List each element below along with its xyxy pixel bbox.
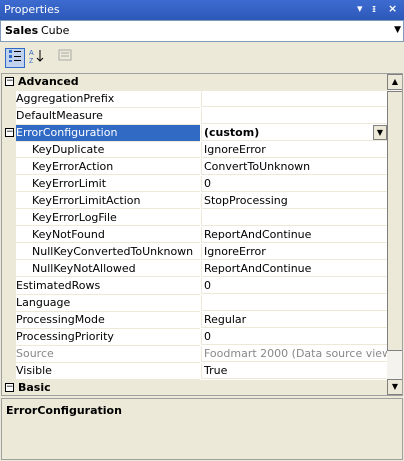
property-name: KeyErrorLogFile: [16, 210, 200, 226]
property-name: Source: [16, 346, 200, 363]
property-name: ProcessingMode: [16, 312, 200, 329]
object-selector[interactable]: Sales Cube ▼: [0, 20, 404, 42]
scrollbar-thumb[interactable]: [387, 91, 402, 351]
property-row[interactable]: NullKeyConvertedToUnknown IgnoreError: [2, 244, 387, 261]
property-value[interactable]: 0: [201, 329, 387, 345]
property-row[interactable]: ProcessingPriority 0: [2, 329, 387, 346]
property-name: DefaultMeasure: [16, 108, 200, 125]
window-title: Properties: [4, 3, 60, 16]
property-row[interactable]: EstimatedRows 0: [2, 278, 387, 295]
properties-title-bar: Properties ▾ ᵻ ×: [0, 0, 404, 20]
property-name: NullKeyConvertedToUnknown: [16, 244, 200, 260]
property-name: KeyNotFound: [16, 227, 200, 243]
scroll-down-icon[interactable]: ▼: [387, 379, 402, 395]
property-name: KeyDuplicate: [16, 142, 200, 158]
category-advanced[interactable]: − Advanced: [2, 74, 387, 91]
svg-text:Z: Z: [29, 58, 34, 64]
property-name: EstimatedRows: [16, 278, 200, 295]
alphabetical-icon: A Z: [29, 50, 44, 65]
scroll-up-icon[interactable]: ▲: [387, 74, 402, 90]
property-name: KeyErrorLimit: [16, 176, 200, 192]
property-value[interactable]: IgnoreError: [201, 244, 387, 260]
property-row[interactable]: KeyErrorLimitAction StopProcessing: [2, 193, 387, 210]
property-row[interactable]: KeyErrorLimit 0: [2, 176, 387, 193]
property-row[interactable]: Visible True: [2, 363, 387, 380]
property-name: Visible: [16, 363, 200, 380]
property-name: KeyErrorLimitAction: [16, 193, 200, 209]
property-value-text: (custom): [204, 126, 260, 139]
chevron-down-icon[interactable]: ▼: [373, 125, 387, 140]
property-value[interactable]: 0: [201, 278, 387, 294]
alphabetical-button[interactable]: A Z: [27, 48, 47, 68]
property-value[interactable]: ReportAndContinue: [201, 261, 387, 277]
property-value[interactable]: ConvertToUnknown: [201, 159, 387, 175]
property-name: NullKeyNotAllowed: [16, 261, 200, 277]
property-value[interactable]: Regular: [201, 312, 387, 328]
object-name: Sales: [5, 24, 39, 37]
description-panel: ErrorConfiguration: [1, 398, 403, 460]
property-value[interactable]: True: [201, 363, 387, 379]
property-row[interactable]: AggregationPrefix: [2, 91, 387, 108]
close-icon[interactable]: ×: [388, 2, 397, 15]
property-row[interactable]: NullKeyNotAllowed ReportAndContinue: [2, 261, 387, 278]
object-type: Cube: [41, 24, 70, 37]
property-grid: − Advanced AggregationPrefix DefaultMeas…: [1, 73, 403, 396]
property-row[interactable]: Source Foodmart 2000 (Data source view): [2, 346, 387, 363]
collapse-icon[interactable]: −: [5, 77, 14, 86]
categorized-button[interactable]: [5, 48, 25, 68]
property-value[interactable]: [201, 108, 387, 124]
pin-icon[interactable]: ᵻ: [372, 2, 376, 15]
property-value: Foodmart 2000 (Data source view): [201, 346, 387, 362]
collapse-icon[interactable]: −: [5, 128, 14, 137]
properties-toolbar: A Z: [0, 44, 404, 72]
svg-text:A: A: [29, 50, 34, 57]
property-row[interactable]: KeyErrorAction ConvertToUnknown: [2, 159, 387, 176]
property-value[interactable]: (custom) ▼: [201, 125, 387, 141]
property-row[interactable]: ProcessingMode Regular: [2, 312, 387, 329]
property-value[interactable]: [201, 210, 387, 226]
category-basic[interactable]: − Basic: [2, 380, 387, 395]
property-name: Language: [16, 295, 200, 312]
property-name: ErrorConfiguration: [16, 125, 200, 142]
property-row-error-configuration[interactable]: − ErrorConfiguration (custom) ▼: [2, 125, 387, 142]
property-row[interactable]: KeyDuplicate IgnoreError: [2, 142, 387, 159]
property-pages-button[interactable]: [55, 48, 75, 68]
description-title: ErrorConfiguration: [6, 404, 122, 417]
property-row[interactable]: Language: [2, 295, 387, 312]
property-value[interactable]: StopProcessing: [201, 193, 387, 209]
property-name: KeyErrorAction: [16, 159, 200, 175]
property-value[interactable]: 0: [201, 176, 387, 192]
property-value[interactable]: [201, 295, 387, 311]
property-value[interactable]: [201, 91, 387, 107]
property-value[interactable]: ReportAndContinue: [201, 227, 387, 243]
collapse-icon[interactable]: −: [5, 383, 14, 392]
property-name: ProcessingPriority: [16, 329, 200, 346]
property-name: AggregationPrefix: [16, 91, 200, 108]
property-pages-icon: [58, 49, 72, 61]
vertical-scrollbar[interactable]: ▲ ▼: [387, 74, 402, 395]
property-row[interactable]: KeyNotFound ReportAndContinue: [2, 227, 387, 244]
chevron-down-icon[interactable]: ▼: [394, 25, 401, 35]
property-row[interactable]: DefaultMeasure: [2, 108, 387, 125]
dropdown-icon[interactable]: ▾: [357, 2, 363, 15]
property-row[interactable]: KeyErrorLogFile: [2, 210, 387, 227]
property-value[interactable]: IgnoreError: [201, 142, 387, 158]
categorized-icon: [9, 50, 21, 62]
category-label: Advanced: [18, 75, 79, 88]
category-label: Basic: [18, 381, 51, 394]
